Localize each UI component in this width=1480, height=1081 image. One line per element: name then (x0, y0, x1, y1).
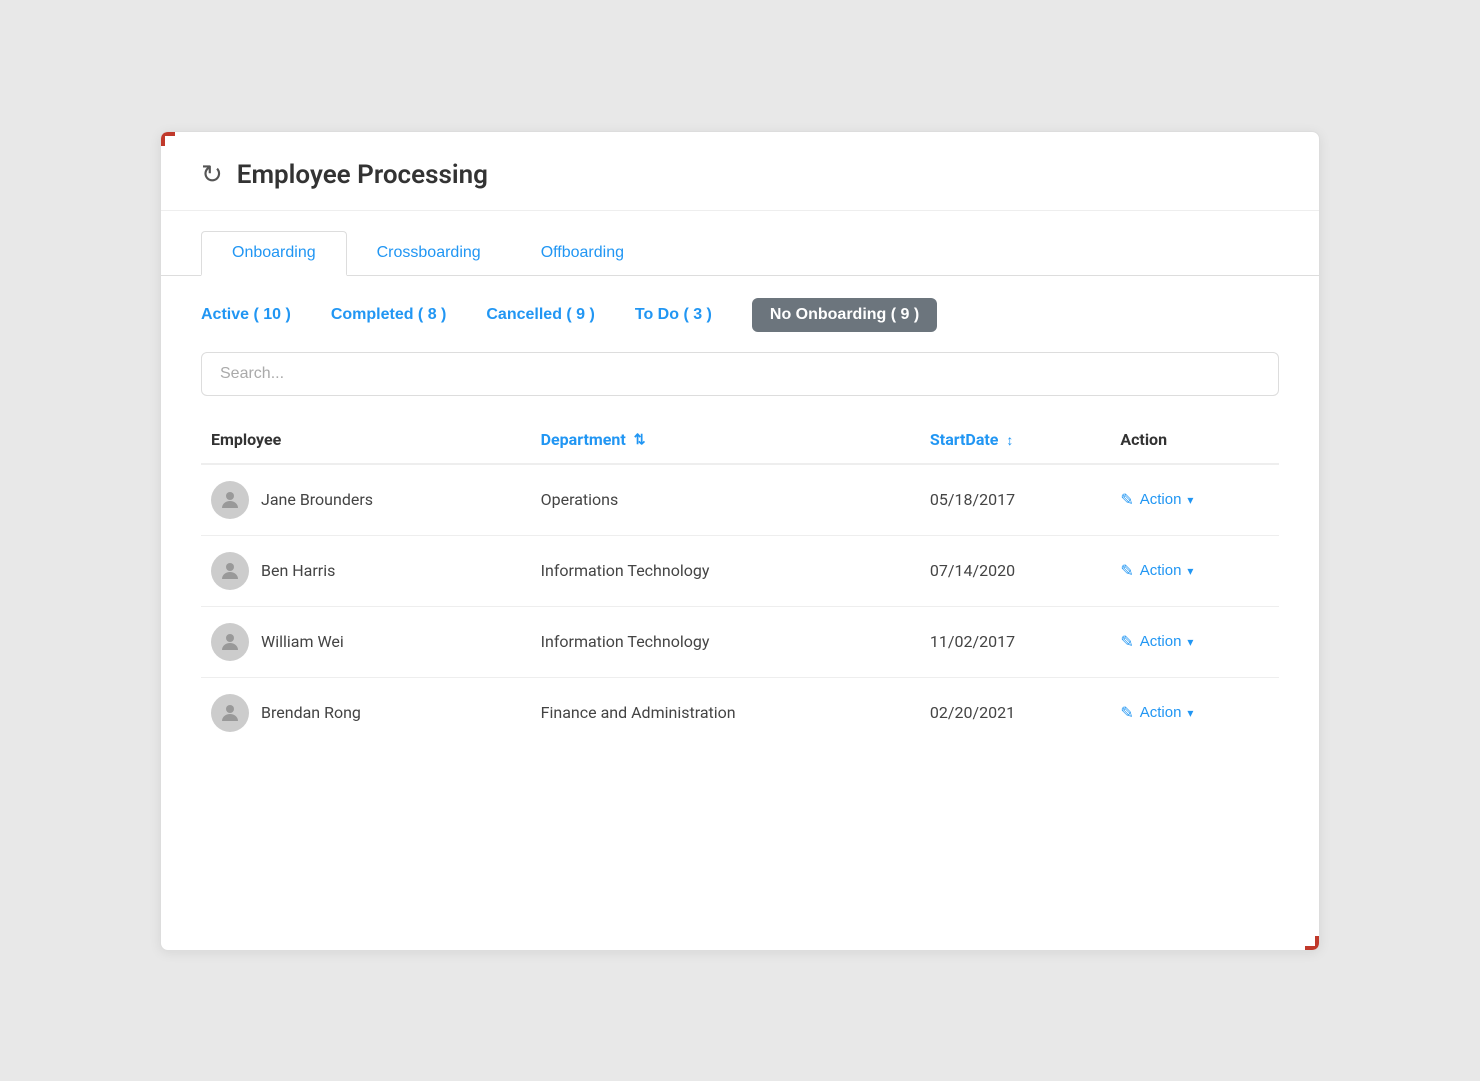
tab-crossboarding[interactable]: Crossboarding (347, 231, 511, 275)
table-header-row: Employee Department ⇅ StartDate ↕ Action (201, 416, 1279, 464)
startdate-cell: 02/20/2021 (920, 677, 1110, 748)
action-button[interactable]: ✎ Action ▾ (1120, 632, 1193, 652)
card-header: ↻ Employee Processing (161, 132, 1319, 211)
employee-name: William Wei (261, 632, 344, 651)
employee-name: Ben Harris (261, 561, 335, 580)
filter-todo[interactable]: To Do ( 3 ) (635, 306, 712, 324)
action-label: Action (1140, 562, 1182, 579)
action-cell: ✎ Action ▾ (1110, 606, 1279, 677)
chevron-down-icon: ▾ (1187, 493, 1193, 507)
startdate-cell: 11/02/2017 (920, 606, 1110, 677)
employee-name: Brendan Rong (261, 703, 361, 722)
action-label: Action (1140, 704, 1182, 721)
startdate-cell: 07/14/2020 (920, 535, 1110, 606)
avatar (211, 694, 249, 732)
edit-icon: ✎ (1120, 703, 1133, 723)
edit-icon: ✎ (1120, 490, 1133, 510)
startdate-sort-icon: ↕ (1006, 432, 1013, 449)
filter-no-onboarding[interactable]: No Onboarding ( 9 ) (752, 298, 937, 332)
employee-table: Employee Department ⇅ StartDate ↕ Action (201, 416, 1279, 748)
table-row: William Wei Information Technology 11/02… (201, 606, 1279, 677)
edit-icon: ✎ (1120, 632, 1133, 652)
tabs-section: Onboarding Crossboarding Offboarding (161, 211, 1319, 276)
refresh-icon: ↻ (201, 160, 223, 190)
col-startdate[interactable]: StartDate ↕ (920, 416, 1110, 464)
tab-onboarding[interactable]: Onboarding (201, 231, 347, 276)
department-sort-icon: ⇅ (634, 432, 646, 448)
action-label: Action (1140, 633, 1182, 650)
filter-active[interactable]: Active ( 10 ) (201, 306, 291, 324)
chevron-down-icon: ▾ (1187, 564, 1193, 578)
employee-cell: William Wei (201, 606, 531, 677)
col-employee: Employee (201, 416, 531, 464)
filter-completed[interactable]: Completed ( 8 ) (331, 306, 447, 324)
table-row: Ben Harris Information Technology 07/14/… (201, 535, 1279, 606)
action-button[interactable]: ✎ Action ▾ (1120, 561, 1193, 581)
avatar (211, 623, 249, 661)
col-action: Action (1110, 416, 1279, 464)
search-input[interactable] (201, 352, 1279, 396)
table-section: Employee Department ⇅ StartDate ↕ Action (161, 406, 1319, 778)
tab-offboarding[interactable]: Offboarding (511, 231, 654, 275)
action-cell: ✎ Action ▾ (1110, 535, 1279, 606)
action-button[interactable]: ✎ Action ▾ (1120, 490, 1193, 510)
chevron-down-icon: ▾ (1187, 706, 1193, 720)
col-department[interactable]: Department ⇅ (531, 416, 920, 464)
chevron-down-icon: ▾ (1187, 635, 1193, 649)
table-row: Brendan Rong Finance and Administration … (201, 677, 1279, 748)
employee-cell: Brendan Rong (201, 677, 531, 748)
department-cell: Information Technology (531, 606, 920, 677)
department-cell: Operations (531, 464, 920, 536)
avatar (211, 552, 249, 590)
action-cell: ✎ Action ▾ (1110, 677, 1279, 748)
action-label: Action (1140, 491, 1182, 508)
employee-name: Jane Brounders (261, 490, 373, 509)
filters-section: Active ( 10 ) Completed ( 8 ) Cancelled … (161, 276, 1319, 342)
avatar (211, 481, 249, 519)
employee-cell: Jane Brounders (201, 464, 531, 536)
filter-cancelled[interactable]: Cancelled ( 9 ) (486, 306, 594, 324)
startdate-cell: 05/18/2017 (920, 464, 1110, 536)
employee-cell: Ben Harris (201, 535, 531, 606)
table-row: Jane Brounders Operations 05/18/2017 ✎ A… (201, 464, 1279, 536)
action-cell: ✎ Action ▾ (1110, 464, 1279, 536)
page-title: Employee Processing (237, 160, 488, 190)
department-cell: Information Technology (531, 535, 920, 606)
department-cell: Finance and Administration (531, 677, 920, 748)
tabs-container: Onboarding Crossboarding Offboarding (201, 231, 1279, 275)
action-button[interactable]: ✎ Action ▾ (1120, 703, 1193, 723)
main-card: ↻ Employee Processing Onboarding Crossbo… (160, 131, 1320, 951)
edit-icon: ✎ (1120, 561, 1133, 581)
search-section (161, 342, 1319, 406)
